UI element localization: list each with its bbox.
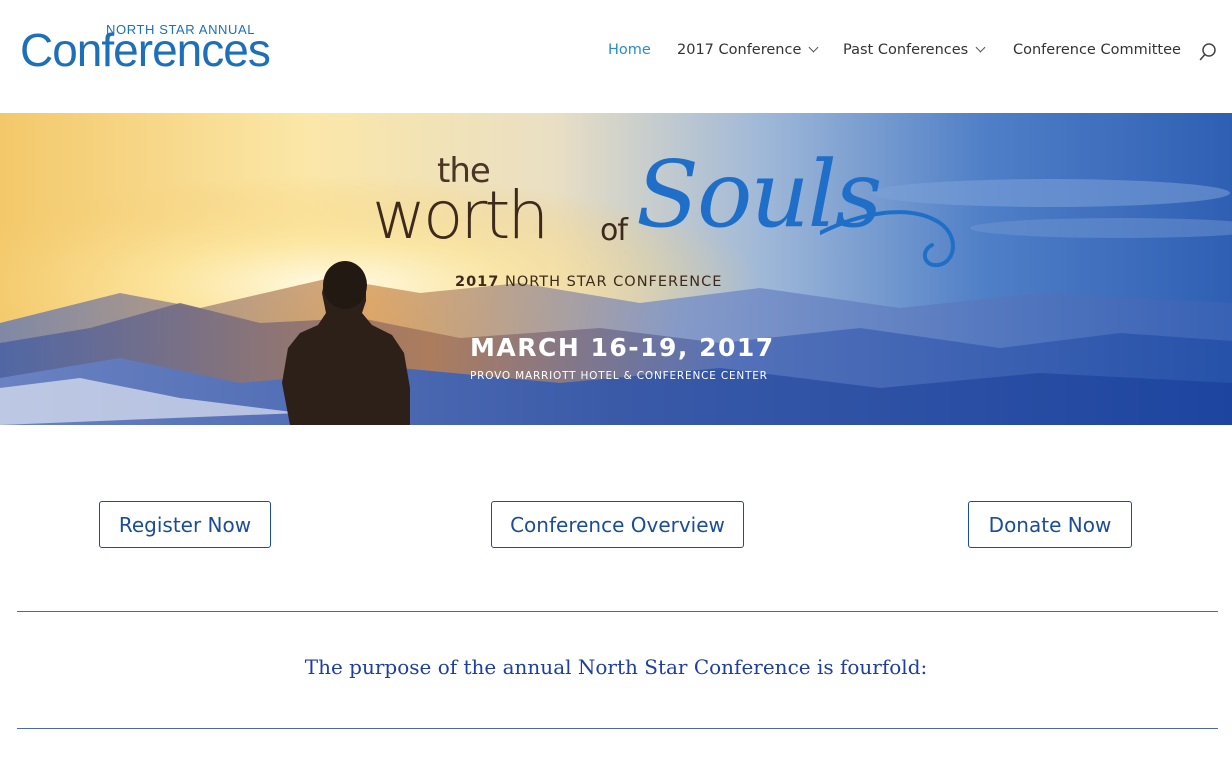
site-logo[interactable]: Conferences NORTH STAR ANNUAL [20, 18, 271, 82]
nav-item-past-conferences[interactable]: Past Conferences [843, 40, 986, 60]
nav-item-home[interactable]: Home [608, 40, 651, 60]
banner-year: 2017 [455, 274, 500, 290]
site-header: Conferences NORTH STAR ANNUAL Home 2017 … [0, 0, 1232, 113]
swash-decoration [820, 210, 955, 268]
purpose-heading: The purpose of the annual North Star Con… [304, 655, 928, 679]
chevron-down-icon [975, 42, 986, 53]
divider-top [17, 611, 1218, 612]
nav-item-2017-conference[interactable]: 2017 Conference [677, 40, 819, 60]
banner-title-of: of [600, 213, 628, 248]
search-icon[interactable] [1199, 42, 1217, 62]
hero-banner: the worth of Souls 2017 NORTH STAR CONFE… [0, 113, 1232, 425]
banner-venue: PROVO MARRIOTT HOTEL & CONFERENCE CENTER [470, 370, 768, 382]
divider-bottom [17, 728, 1218, 729]
conference-overview-button[interactable]: Conference Overview [491, 501, 744, 548]
nav-label-home: Home [608, 42, 651, 58]
banner-dates: MARCH 16-19, 2017 [470, 333, 775, 362]
logo-tagline: NORTH STAR ANNUAL [106, 22, 256, 37]
nav-label-past-conferences: Past Conferences [843, 42, 969, 58]
banner-conference-name: NORTH STAR CONFERENCE [504, 274, 723, 290]
chevron-down-icon [808, 42, 819, 53]
donate-now-button[interactable]: Donate Now [968, 501, 1132, 548]
nav-label-2017-conference: 2017 Conference [677, 42, 802, 58]
nav-label-conference-committee: Conference Committee [1013, 42, 1181, 58]
register-now-button[interactable]: Register Now [99, 501, 271, 548]
nav-item-conference-committee[interactable]: Conference Committee [1013, 40, 1181, 60]
banner-subtitle: 2017 NORTH STAR CONFERENCE [455, 274, 722, 290]
banner-title-worth: worth [372, 177, 549, 254]
